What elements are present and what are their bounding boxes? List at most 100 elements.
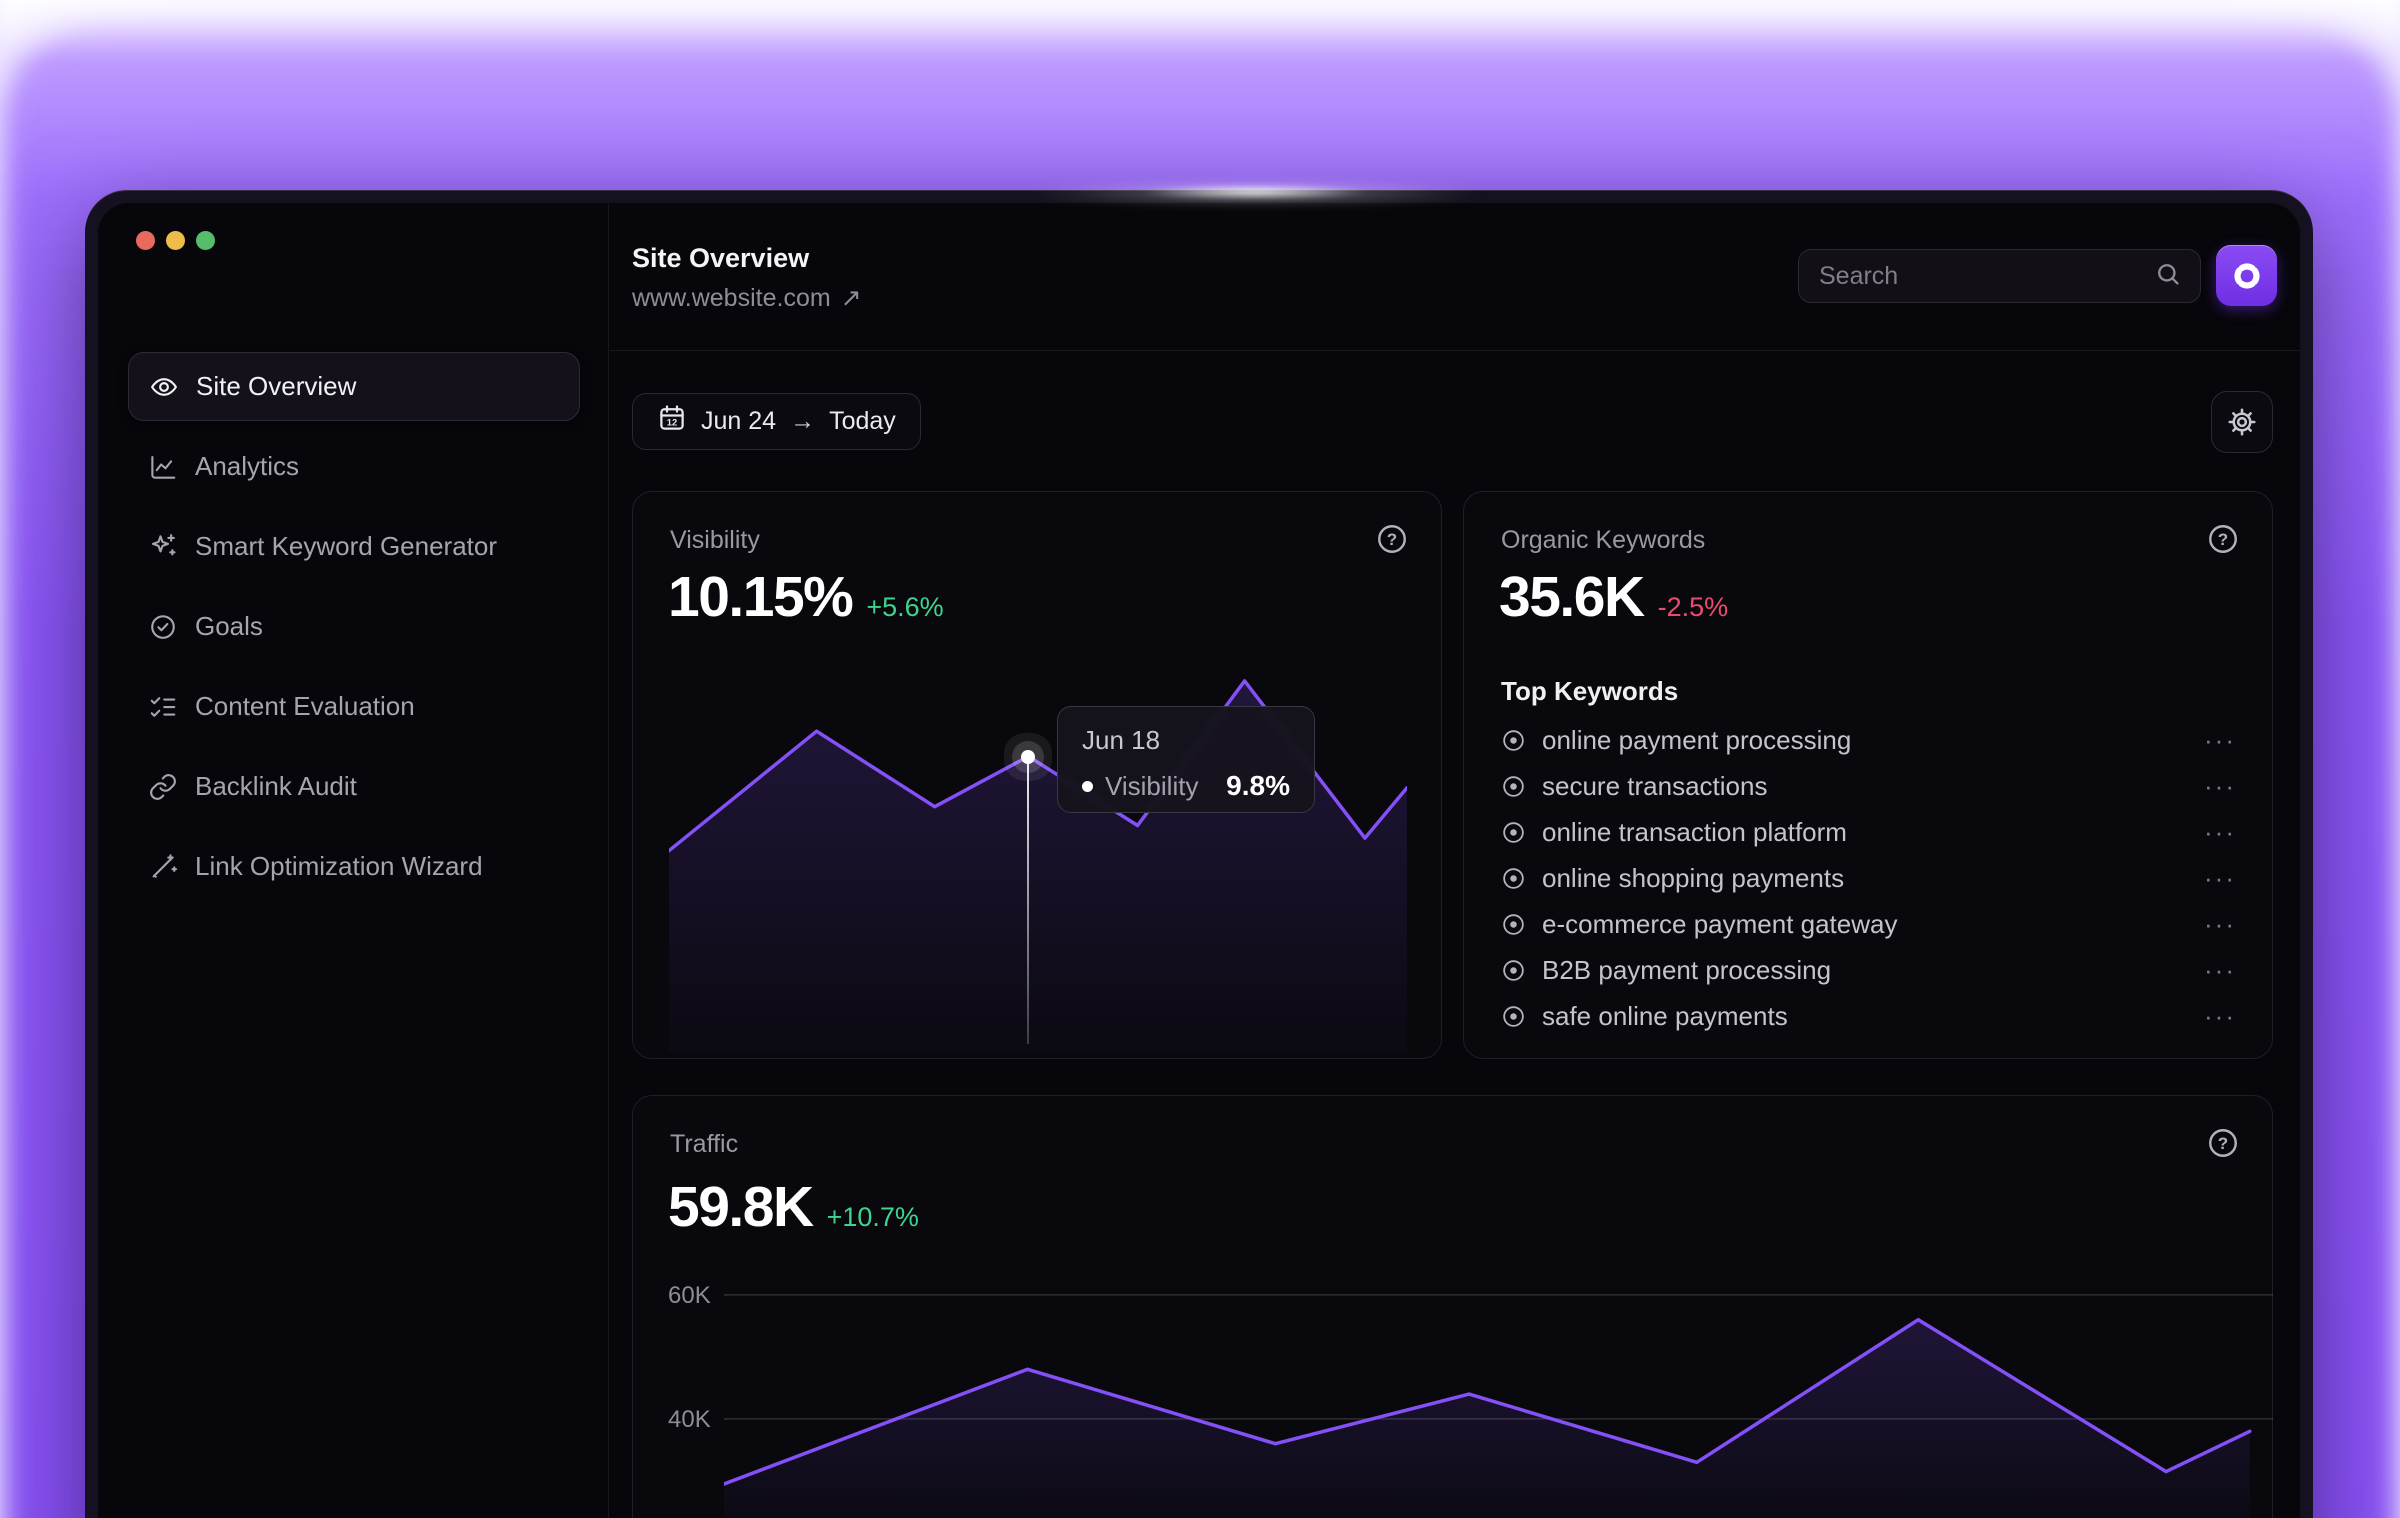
- svg-text:?: ?: [1387, 530, 1397, 549]
- keyword-row[interactable]: online transaction platform ···: [1500, 809, 2236, 855]
- keyword-more-button[interactable]: ···: [2204, 909, 2236, 940]
- keyword-row[interactable]: online payment processing ···: [1500, 717, 2236, 763]
- traffic-delta: +10.7%: [827, 1202, 919, 1233]
- keyword-label: secure transactions: [1542, 771, 1767, 802]
- keyword-label: online transaction platform: [1542, 817, 1847, 848]
- organic-delta: -2.5%: [1658, 592, 1729, 623]
- top-white-haze: [0, 0, 2400, 60]
- visibility-help-button[interactable]: ?: [1375, 522, 1409, 556]
- keyword-target-icon: [1500, 1003, 1527, 1030]
- y-axis-tick-40k: 40K: [668, 1406, 711, 1434]
- sidebar-item-label: Content Evaluation: [195, 691, 415, 722]
- keyword-target-icon: [1500, 727, 1527, 754]
- traffic-card: Traffic 59.8K +10.7% ? 60K 40K: [632, 1095, 2273, 1518]
- sidebar-item-label: Site Overview: [196, 371, 356, 402]
- keyword-row[interactable]: online shopping payments ···: [1500, 855, 2236, 901]
- sidebar-item-smart-keyword-generator[interactable]: Smart Keyword Generator: [128, 512, 580, 581]
- keyword-target-icon: [1500, 865, 1527, 892]
- sidebar-item-site-overview[interactable]: Site Overview: [128, 352, 580, 421]
- organic-keywords-card: Organic Keywords 35.6K -2.5% ? Top Keywo…: [1463, 491, 2273, 1059]
- series-dot-icon: [1082, 781, 1093, 792]
- tooltip-series-label: Visibility: [1105, 771, 1198, 802]
- keyword-label: B2B payment processing: [1542, 955, 1831, 986]
- visibility-value: 10.15%: [668, 564, 852, 630]
- pinwheel-logo-icon: [2228, 257, 2266, 295]
- search-icon: [2154, 260, 2182, 293]
- top-keywords-heading: Top Keywords: [1501, 676, 1678, 707]
- sidebar-item-label: Goals: [195, 611, 263, 642]
- link-icon: [148, 772, 178, 802]
- organic-value: 35.6K: [1499, 564, 1644, 630]
- svg-text:12: 12: [667, 418, 677, 428]
- sidebar-item-link-optimization-wizard[interactable]: Link Optimization Wizard: [128, 832, 580, 901]
- app-logo-button[interactable]: [2216, 245, 2277, 306]
- sidebar-item-analytics[interactable]: Analytics: [128, 432, 580, 501]
- keyword-list: online payment processing ··· secure tra…: [1500, 717, 2236, 1039]
- keyword-row[interactable]: secure transactions ···: [1500, 763, 2236, 809]
- chart-hover-line: [1027, 757, 1029, 1044]
- date-range-button[interactable]: 12 Jun 24 → Today: [632, 393, 921, 450]
- gear-icon: [2226, 406, 2258, 438]
- keyword-more-button[interactable]: ···: [2204, 771, 2236, 802]
- settings-button[interactable]: [2211, 391, 2273, 453]
- tooltip-row: Visibility 9.8%: [1082, 770, 1290, 802]
- sparkles-icon: [148, 532, 178, 562]
- screenshot-stage: Site Overview Analytics Smart Keyword Ge…: [0, 0, 2400, 1518]
- keyword-more-button[interactable]: ···: [2204, 863, 2236, 894]
- svg-text:?: ?: [2218, 1134, 2228, 1153]
- chart-hover-marker: [1021, 750, 1035, 764]
- chart-tooltip: Jun 18 Visibility 9.8%: [1057, 706, 1315, 813]
- keyword-more-button[interactable]: ···: [2204, 817, 2236, 848]
- svg-text:?: ?: [2218, 530, 2228, 549]
- wand-sparkles-icon: [148, 852, 178, 882]
- keyword-label: e-commerce payment gateway: [1542, 909, 1897, 940]
- y-axis-tick-60k: 60K: [668, 1282, 711, 1310]
- app-window: Site Overview Analytics Smart Keyword Ge…: [85, 190, 2313, 1518]
- keyword-label: safe online payments: [1542, 1001, 1788, 1032]
- keyword-target-icon: [1500, 819, 1527, 846]
- site-url-link[interactable]: www.website.com ↗: [632, 283, 862, 313]
- visibility-value-row: 10.15% +5.6%: [668, 564, 944, 630]
- date-range-start: Jun 24: [701, 407, 776, 436]
- sidebar-item-content-evaluation[interactable]: Content Evaluation: [128, 672, 580, 741]
- keyword-target-icon: [1500, 957, 1527, 984]
- keyword-row[interactable]: e-commerce payment gateway ···: [1500, 901, 2236, 947]
- sidebar-item-label: Smart Keyword Generator: [195, 531, 497, 562]
- keyword-row[interactable]: B2B payment processing ···: [1500, 947, 2236, 993]
- main-panel: Site Overview www.website.com ↗: [610, 203, 2300, 1518]
- keyword-label: online payment processing: [1542, 725, 1851, 756]
- traffic-value: 59.8K: [668, 1174, 813, 1240]
- keyword-target-icon: [1500, 911, 1527, 938]
- site-url: www.website.com: [632, 284, 831, 313]
- visibility-card: Visibility 10.15% +5.6% ?: [632, 491, 1442, 1059]
- external-link-icon: ↗: [841, 283, 862, 313]
- date-range-end: Today: [829, 407, 896, 436]
- traffic-card-title: Traffic: [670, 1130, 738, 1159]
- sidebar-item-label: Analytics: [195, 451, 299, 482]
- goal-icon: [148, 612, 178, 642]
- sidebar-item-backlink-audit[interactable]: Backlink Audit: [128, 752, 580, 821]
- list-checks-icon: [148, 692, 178, 722]
- page-title: Site Overview: [632, 243, 862, 274]
- keyword-more-button[interactable]: ···: [2204, 725, 2236, 756]
- tooltip-date: Jun 18: [1082, 725, 1290, 756]
- organic-help-button[interactable]: ?: [2206, 522, 2240, 556]
- visibility-delta: +5.6%: [866, 592, 943, 623]
- visibility-card-title: Visibility: [670, 526, 760, 555]
- keyword-row[interactable]: safe online payments ···: [1500, 993, 2236, 1039]
- keyword-more-button[interactable]: ···: [2204, 1001, 2236, 1032]
- traffic-help-button[interactable]: ?: [2206, 1126, 2240, 1160]
- keyword-more-button[interactable]: ···: [2204, 955, 2236, 986]
- sidebar-item-goals[interactable]: Goals: [128, 592, 580, 661]
- eye-icon: [149, 372, 179, 402]
- sidebar-nav: Site Overview Analytics Smart Keyword Ge…: [128, 352, 580, 912]
- sidebar-item-label: Backlink Audit: [195, 771, 357, 802]
- search-input[interactable]: [1819, 262, 2154, 291]
- search-box[interactable]: [1798, 249, 2201, 303]
- traffic-chart[interactable]: [724, 1272, 2273, 1518]
- tooltip-value: 9.8%: [1226, 770, 1290, 802]
- window-light-streak-core: [1140, 185, 1370, 199]
- app-surface: Site Overview Analytics Smart Keyword Ge…: [97, 202, 2301, 1518]
- page-head: Site Overview www.website.com ↗: [632, 243, 862, 313]
- header-divider: [610, 350, 2300, 351]
